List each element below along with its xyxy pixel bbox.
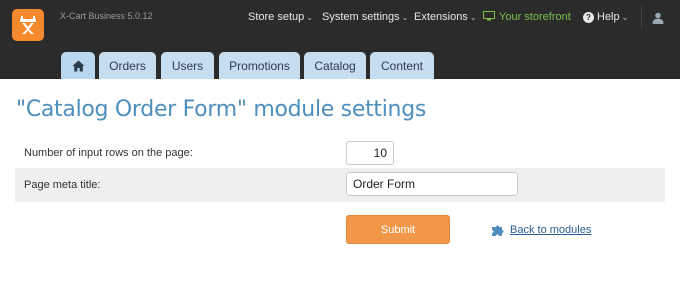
setting-row-meta-title: Page meta title: (15, 168, 665, 202)
tab-users[interactable]: Users (161, 52, 214, 79)
chevron-down-icon: ⌄ (469, 13, 477, 22)
chevron-down-icon: ⌄ (401, 13, 409, 22)
menu-system-settings[interactable]: System settings ⌄ (322, 11, 408, 23)
menu-store-setup-label: Store setup (248, 11, 305, 23)
menu-your-storefront[interactable]: Your storefront (499, 11, 571, 23)
input-rows-label: Number of input rows on the page: (24, 147, 193, 159)
chevron-down-icon: ⌄ (306, 13, 313, 22)
back-to-modules-label: Back to modules (510, 224, 592, 236)
menu-help[interactable]: ? Help ⌄ (583, 11, 628, 23)
home-icon (72, 60, 84, 72)
top-bar: X-Cart Business 5.0.12 Store setup ⌄ Syst… (0, 0, 680, 79)
setting-row-input-rows: Number of input rows on the page: (15, 136, 665, 170)
meta-title-field[interactable] (346, 172, 518, 196)
puzzle-icon (492, 225, 504, 236)
menu-divider (641, 6, 642, 28)
chevron-down-icon: ⌄ (621, 13, 629, 22)
menu-extensions-label: Extensions (414, 11, 468, 23)
xcart-logo-icon[interactable] (12, 9, 44, 41)
input-rows-field[interactable] (346, 141, 394, 165)
back-to-modules-link[interactable]: Back to modules (491, 224, 591, 236)
page-title: "Catalog Order Form" module settings (16, 97, 427, 122)
menu-store-setup[interactable]: Store setup ⌄ (248, 11, 313, 23)
brand-version: X-Cart Business 5.0.12 (60, 11, 153, 21)
menu-extensions[interactable]: Extensions ⌄ (414, 11, 477, 23)
tab-home[interactable] (61, 52, 95, 79)
user-icon[interactable] (652, 12, 664, 24)
meta-title-label: Page meta title: (24, 179, 101, 191)
tab-promotions[interactable]: Promotions (219, 52, 300, 79)
submit-button[interactable]: Submit (346, 215, 450, 244)
menu-help-label: Help (597, 11, 620, 23)
tab-orders[interactable]: Orders (99, 52, 156, 79)
tab-catalog[interactable]: Catalog (304, 52, 366, 79)
monitor-icon (483, 11, 495, 21)
help-icon: ? (583, 12, 594, 23)
tab-content[interactable]: Content (370, 52, 434, 79)
menu-system-settings-label: System settings (322, 11, 400, 23)
